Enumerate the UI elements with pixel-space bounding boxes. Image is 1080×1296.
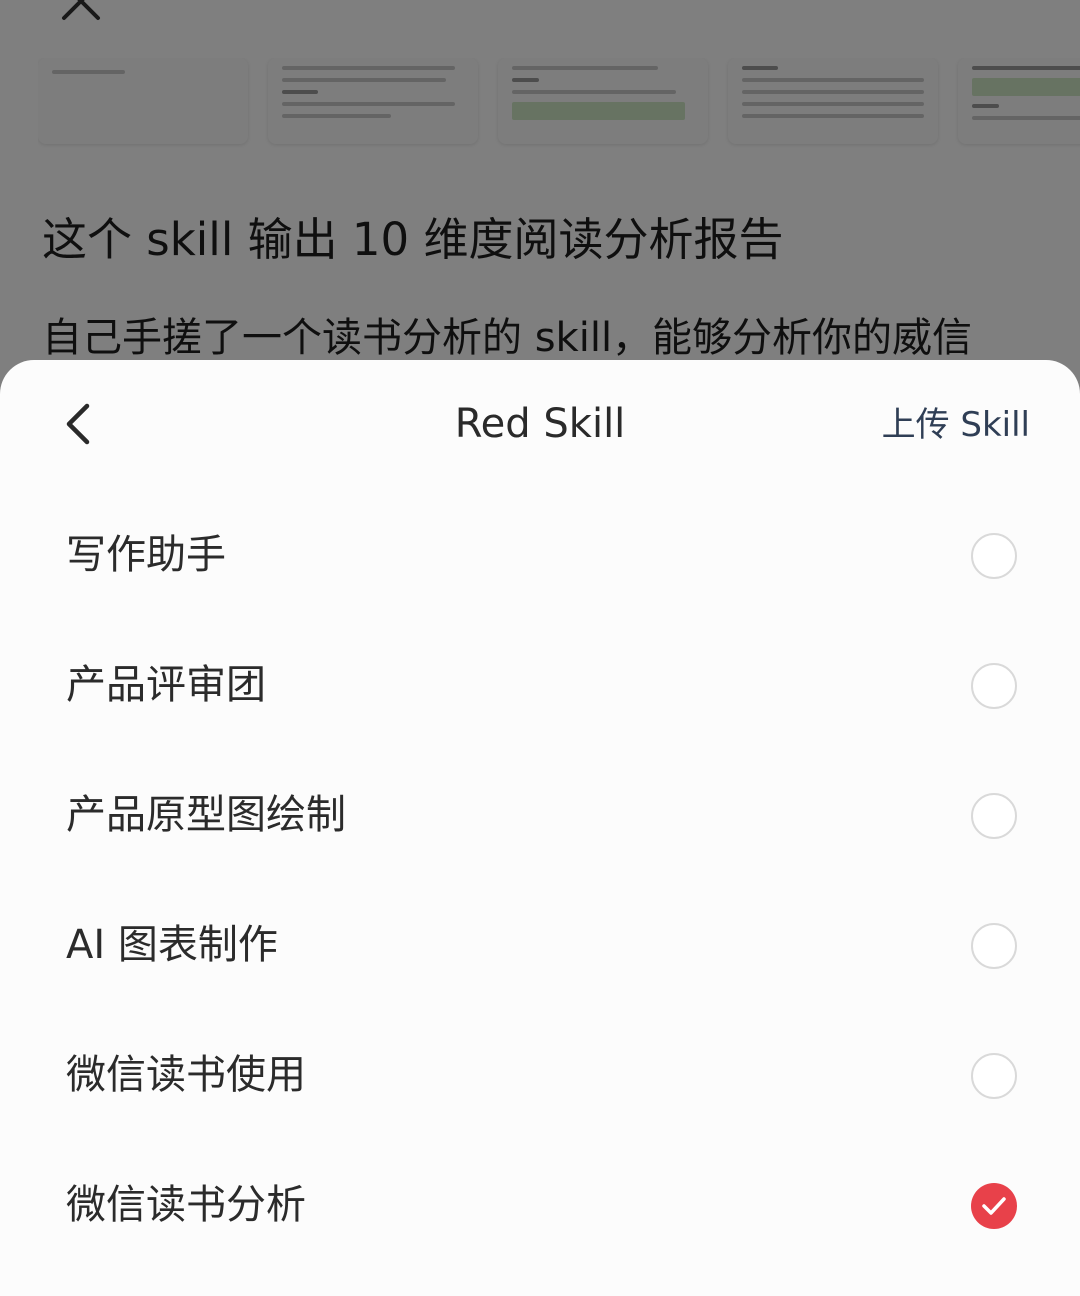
skill-item-label: 微信读书分析 (66, 1182, 306, 1228)
skill-item-label: AI 图表制作 (66, 922, 278, 968)
skill-item-selected[interactable]: 微信读书分析 (0, 1140, 1080, 1270)
sheet-header: Red Skill 上传 Skill (0, 360, 1080, 490)
radio-unchecked-icon[interactable] (971, 533, 1017, 579)
skill-item-label: 产品原型图绘制 (66, 792, 346, 838)
check-circle-icon[interactable] (971, 1183, 1017, 1229)
back-button[interactable] (56, 398, 100, 450)
radio-unchecked-icon[interactable] (971, 793, 1017, 839)
skill-item-label: 写作助手 (66, 532, 226, 578)
chevron-left-icon (66, 403, 90, 445)
skill-item[interactable]: AI 图表制作 (0, 880, 1080, 1010)
skill-item[interactable]: 产品原型图绘制 (0, 750, 1080, 880)
skill-item[interactable]: 写作助手 (0, 490, 1080, 620)
skill-list: 写作助手 产品评审团 产品原型图绘制 AI 图表制作 微信读书使用 微信读书分析 (0, 490, 1080, 1270)
skill-item-label: 微信读书使用 (66, 1052, 306, 1098)
radio-unchecked-icon[interactable] (971, 1053, 1017, 1099)
upload-skill-button[interactable]: 上传 Skill (882, 400, 1030, 450)
skill-item[interactable]: 产品评审团 (0, 620, 1080, 750)
radio-unchecked-icon[interactable] (971, 663, 1017, 709)
skill-picker-sheet: Red Skill 上传 Skill 写作助手 产品评审团 产品原型图绘制 AI… (0, 360, 1080, 1296)
radio-unchecked-icon[interactable] (971, 923, 1017, 969)
skill-item-label: 产品评审团 (66, 662, 266, 708)
checkmark-icon (982, 1197, 1006, 1215)
skill-item[interactable]: 微信读书使用 (0, 1010, 1080, 1140)
